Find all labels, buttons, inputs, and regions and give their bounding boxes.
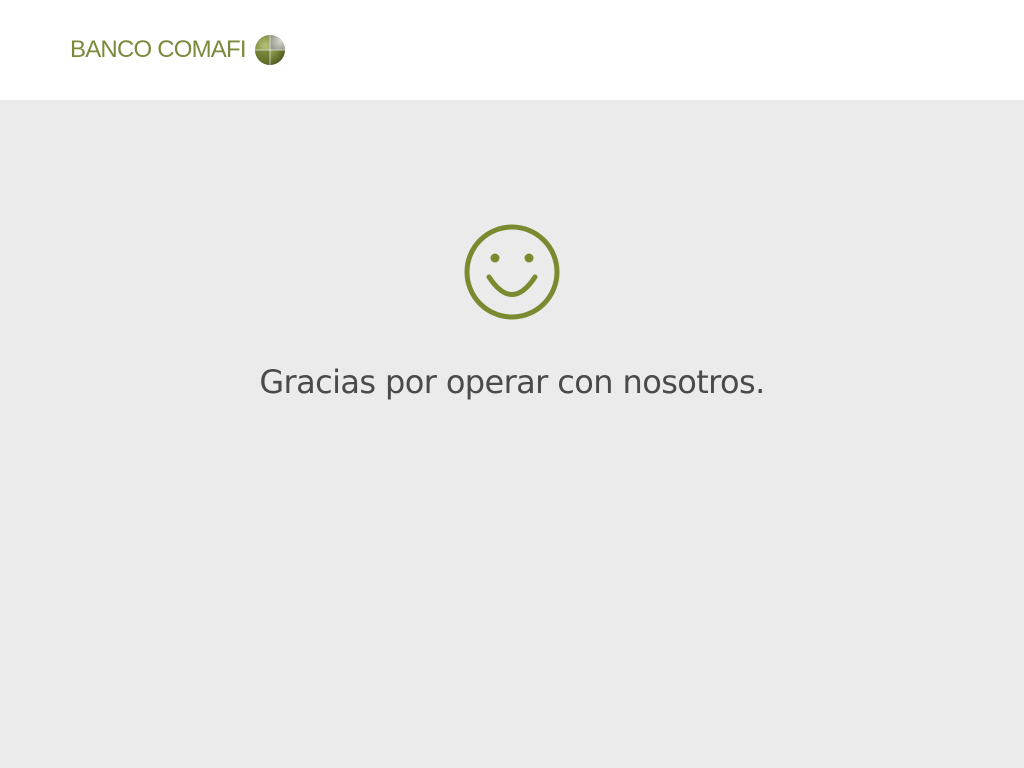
logo-text: BANCO COMAFI bbox=[70, 36, 247, 63]
top-header: BANCO COMAFI bbox=[0, 0, 1024, 100]
comafi-globe-icon bbox=[254, 35, 285, 65]
thank-you-message: Gracias por operar con nosotros. bbox=[259, 363, 765, 401]
banco-comafi-logo[interactable]: BANCO COMAFI bbox=[70, 32, 286, 68]
smiley-face-icon bbox=[464, 224, 560, 320]
content-area: Gracias por operar con nosotros. bbox=[0, 100, 1024, 768]
